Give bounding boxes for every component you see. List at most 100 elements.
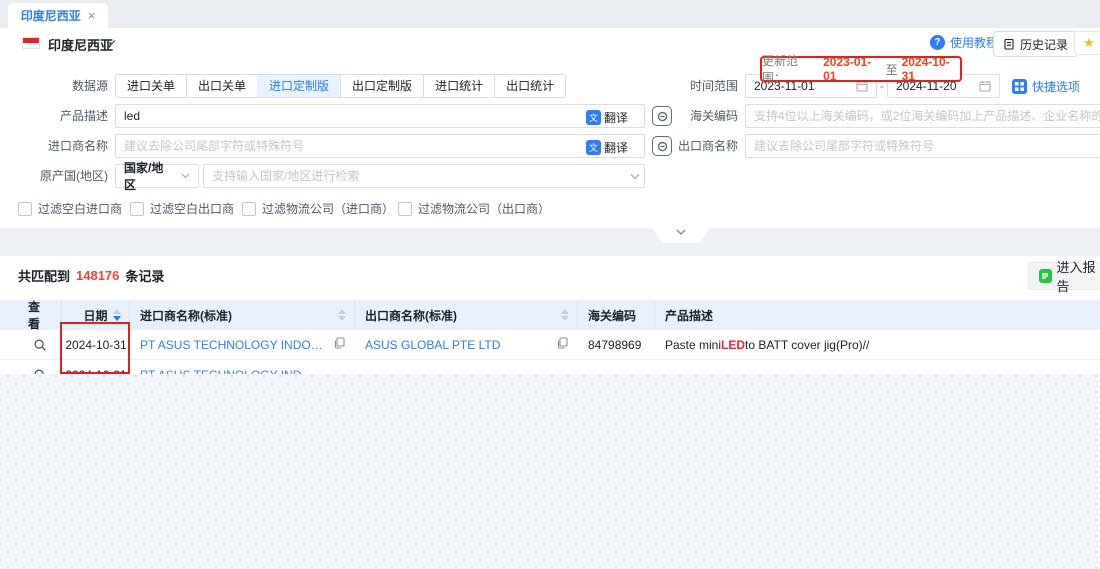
tab-import-statistics[interactable]: 进口统计 <box>423 75 494 97</box>
column-header-view: 查看 <box>18 300 62 330</box>
sort-icon[interactable] <box>338 309 346 321</box>
chevron-down-icon[interactable] <box>106 39 116 46</box>
favorite-button[interactable]: ★ <box>1074 31 1100 55</box>
hs-code-label: 海关编码 <box>640 104 738 128</box>
filter-panel: 数据源 进口关单 出口关单 进口定制版 出口定制版 进口统计 出口统计 时间范围… <box>0 58 1100 228</box>
star-icon: ★ <box>1083 35 1095 51</box>
translate-label: 翻译 <box>604 139 628 156</box>
report-icon <box>1039 269 1052 283</box>
panel-gap <box>0 228 1100 256</box>
exporter-name-label: 出口商名称 <box>640 134 738 158</box>
results-panel: 共匹配到 148176 条记录 进入报告 查看 日期 进口商名称(标准) 出口商… <box>0 256 1100 374</box>
results-summary: 共匹配到 148176 条记录 <box>18 266 164 285</box>
column-header-importer[interactable]: 进口商名称(标准) <box>130 300 355 330</box>
copy-icon[interactable] <box>551 337 568 352</box>
quick-options-link[interactable]: 快捷选项 <box>1012 78 1080 95</box>
checkbox-label: 过滤空白出口商 <box>150 200 234 217</box>
history-icon <box>1003 38 1015 50</box>
checkbox-label: 过滤物流公司（出口商） <box>418 200 550 217</box>
data-source-tabs: 进口关单 出口关单 进口定制版 出口定制版 进口统计 出口统计 <box>115 74 566 98</box>
importer-link[interactable]: PT ASUS TECHNOLOGY IND <box>140 368 301 375</box>
origin-type-select[interactable]: 国家/地区 <box>115 164 199 188</box>
enter-report-label: 进入报告 <box>1057 257 1100 295</box>
checkbox-icon <box>130 202 144 216</box>
origin-country-label: 原产国(地区) <box>0 164 108 188</box>
tab-export-declarations[interactable]: 出口关单 <box>186 75 257 97</box>
checkbox-icon <box>398 202 412 216</box>
checkbox-filter-blank-exporter[interactable]: 过滤空白出口商 <box>130 200 234 217</box>
cell-product-desc: Paste miniLED to BATT cover jig(Pro)// <box>655 330 1100 359</box>
checkbox-label: 过滤物流公司（进口商） <box>262 200 394 217</box>
sort-icon[interactable] <box>561 309 569 321</box>
importer-link[interactable]: PT ASUS TECHNOLOGY INDONESIA BA... <box>140 338 328 352</box>
chevron-down-icon[interactable] <box>630 173 640 180</box>
update-range-label: 更新范围： <box>762 52 819 86</box>
tab-bar: 印度尼西亚 × <box>0 0 1100 28</box>
exporter-link[interactable]: ASUS GLOBAL PTE LTD <box>365 338 500 352</box>
history-label: 历史记录 <box>1020 36 1068 53</box>
view-magnifier-icon[interactable] <box>33 338 47 352</box>
tutorial-label: 使用教程 <box>950 34 998 51</box>
tab-title: 印度尼西亚 <box>21 7 81 24</box>
update-end-date: 2024-10-31 <box>902 55 960 83</box>
update-to-word: 至 <box>886 61 898 78</box>
cell-date: 2024-10-31 <box>62 330 130 359</box>
search-highlight: LED <box>721 338 745 352</box>
question-circle-icon: ? <box>930 35 945 50</box>
column-header-hs-code: 海关编码 <box>578 300 655 330</box>
table-header: 查看 日期 进口商名称(标准) 出口商名称(标准) 海关编码 产品描述 <box>0 300 1100 330</box>
translate-icon: 文 <box>586 140 601 155</box>
exporter-name-input[interactable] <box>745 134 1100 158</box>
table-row: 2024-10-31 PT ASUS TECHNOLOGY IND <box>0 360 1100 374</box>
update-range-banner: 更新范围： 2023-01-01 至 2024-10-31 <box>760 56 962 82</box>
calendar-icon <box>979 80 991 92</box>
time-range-label: 时间范围 <box>640 74 738 98</box>
country-title: 印度尼西亚 <box>48 35 113 54</box>
results-suffix: 条记录 <box>125 266 164 285</box>
tutorial-link[interactable]: ? 使用教程 <box>930 34 998 51</box>
importer-name-input[interactable] <box>115 134 645 158</box>
translate-label: 翻译 <box>604 109 628 126</box>
enter-report-button[interactable]: 进入报告 <box>1028 262 1100 290</box>
checkbox-filter-logistics-exporter[interactable]: 过滤物流公司（出口商） <box>398 200 550 217</box>
product-desc-label: 产品描述 <box>0 104 108 128</box>
checkbox-filter-logistics-importer[interactable]: 过滤物流公司（进口商） <box>242 200 394 217</box>
app-root: 印度尼西亚 × 印度尼西亚 ? 使用教程 历史记录 ★ 更新范围： 2023-0… <box>0 0 1100 569</box>
column-header-date[interactable]: 日期 <box>62 300 130 330</box>
indonesia-flag-icon <box>22 37 40 49</box>
translate-button[interactable]: 文 翻译 <box>586 109 628 126</box>
history-button[interactable]: 历史记录 <box>993 31 1078 57</box>
origin-type-value: 国家/地区 <box>124 159 175 193</box>
view-magnifier-icon[interactable] <box>33 368 47 375</box>
page-header: 印度尼西亚 ? 使用教程 历史记录 ★ <box>0 28 1100 58</box>
checkbox-filter-blank-importer[interactable]: 过滤空白进口商 <box>18 200 122 217</box>
data-source-label: 数据源 <box>0 74 108 98</box>
sort-icon[interactable] <box>113 309 121 321</box>
update-start-date: 2023-01-01 <box>823 55 881 83</box>
grid-icon <box>1012 79 1027 94</box>
copy-icon[interactable] <box>328 337 345 352</box>
cell-hs-code: 84798969 <box>578 330 655 359</box>
translate-icon: 文 <box>586 110 601 125</box>
chevron-down-icon <box>181 173 190 179</box>
table-row: 2024-10-31 PT ASUS TECHNOLOGY INDONESIA … <box>0 330 1100 360</box>
chevron-down-icon <box>675 228 687 236</box>
column-header-exporter[interactable]: 出口商名称(标准) <box>355 300 578 330</box>
origin-country-input[interactable] <box>203 164 645 188</box>
tab-export-statistics[interactable]: 出口统计 <box>494 75 565 97</box>
column-header-product-desc: 产品描述 <box>655 300 1100 330</box>
checkbox-icon <box>18 202 32 216</box>
hs-code-input[interactable] <box>745 104 1100 128</box>
tab-import-declarations[interactable]: 进口关单 <box>116 75 186 97</box>
checkbox-icon <box>242 202 256 216</box>
cell-date: 2024-10-31 <box>62 360 130 374</box>
tab-export-custom-edition[interactable]: 出口定制版 <box>340 75 423 97</box>
tab-indonesia[interactable]: 印度尼西亚 × <box>8 3 108 28</box>
quick-options-label: 快捷选项 <box>1032 78 1080 95</box>
translate-button[interactable]: 文 翻译 <box>586 139 628 156</box>
tab-import-custom-edition[interactable]: 进口定制版 <box>257 75 340 97</box>
close-icon[interactable]: × <box>88 8 96 23</box>
results-prefix: 共匹配到 <box>18 266 70 285</box>
product-desc-input[interactable] <box>115 104 645 128</box>
importer-name-label: 进口商名称 <box>0 134 108 158</box>
